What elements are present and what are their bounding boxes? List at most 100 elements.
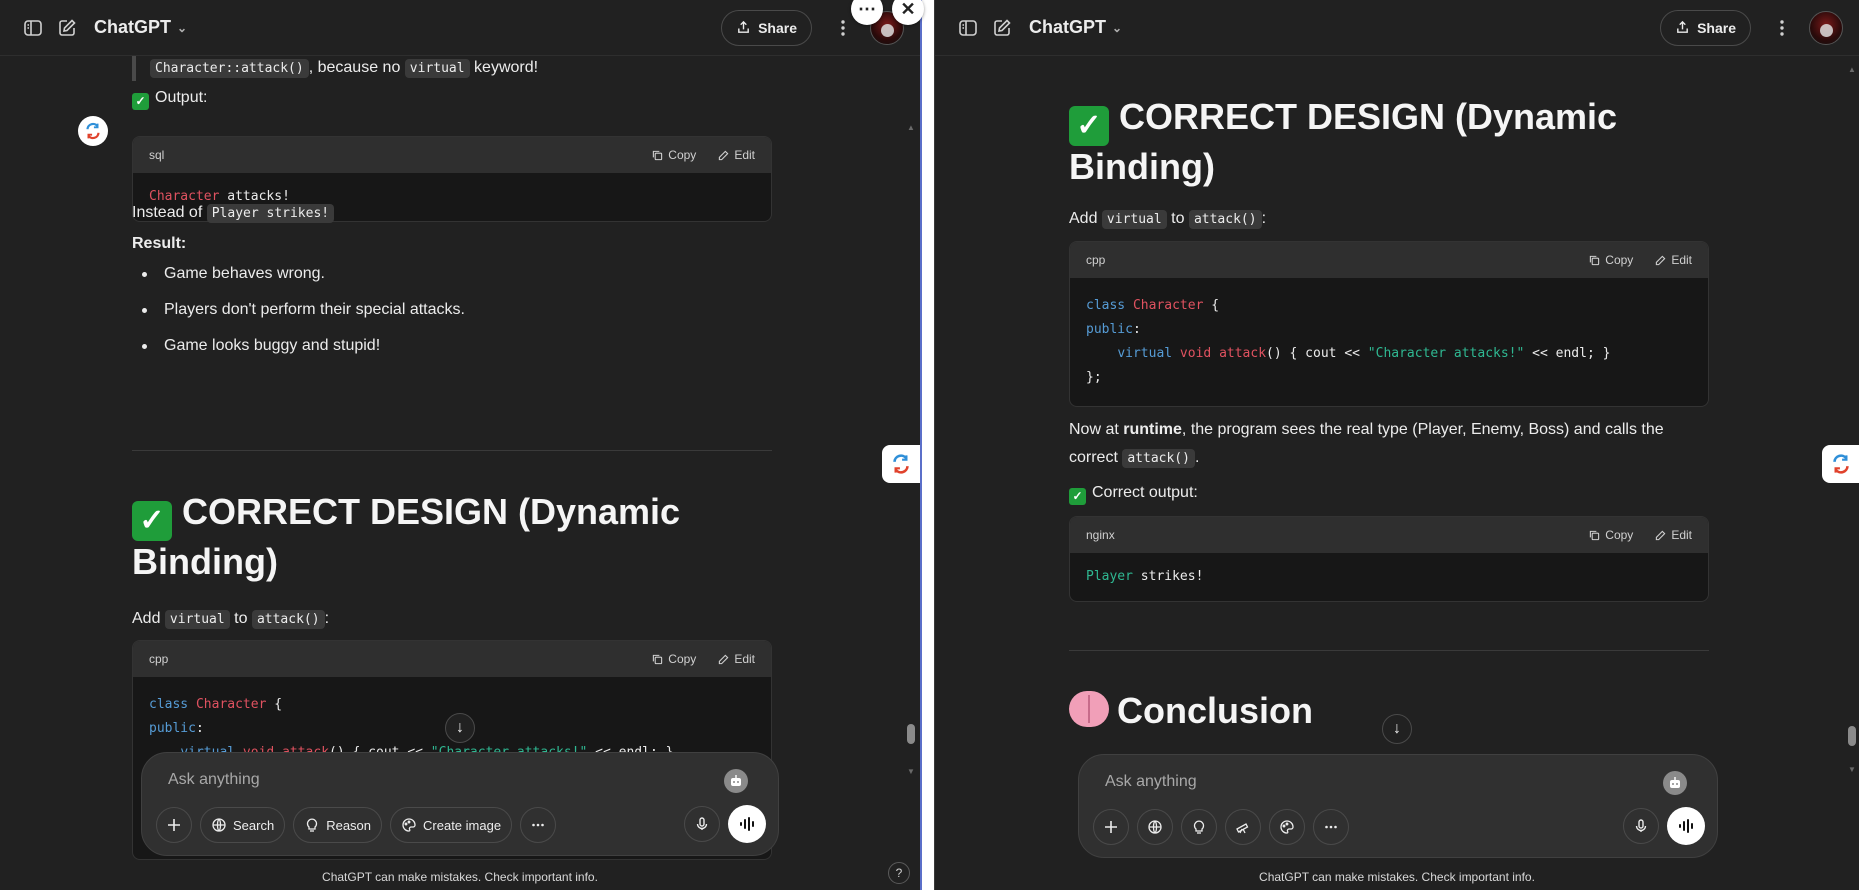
edit-label: Edit — [1671, 528, 1692, 542]
section-divider — [1069, 650, 1709, 651]
deep-research-button[interactable] — [1225, 809, 1261, 845]
check-mark-icon: ✓ — [132, 500, 172, 541]
inline-code: Player strikes! — [206, 204, 335, 223]
palette-icon — [1280, 820, 1294, 834]
edit-label: Edit — [1671, 253, 1692, 267]
help-button[interactable]: ? — [888, 862, 910, 884]
code-content: class Character { public: virtual void a… — [1070, 278, 1708, 406]
inline-code: Character::attack() — [150, 59, 309, 78]
sidebar-toggle-icon[interactable] — [951, 11, 985, 45]
code-token: << endl; } — [1524, 346, 1611, 361]
globe-icon — [1148, 820, 1162, 834]
ellipsis-icon — [1325, 825, 1337, 829]
code-token: : — [1132, 322, 1141, 337]
create-image-button[interactable]: Create image — [390, 807, 513, 843]
create-image-button[interactable] — [1269, 809, 1305, 845]
more-tools-button[interactable] — [520, 807, 557, 843]
assistant-plugin-icon[interactable] — [1663, 771, 1687, 795]
voice-mode-button[interactable] — [728, 805, 766, 843]
list-item: Game behaves wrong. — [132, 262, 772, 286]
search-button[interactable]: Search — [200, 807, 286, 843]
attach-button[interactable] — [1093, 809, 1129, 845]
add-virtual-line: Add virtual to attack(): — [1069, 207, 1709, 232]
edit-code-button[interactable]: Edit — [718, 148, 755, 162]
new-chat-icon[interactable] — [50, 11, 84, 45]
copy-icon — [653, 654, 663, 664]
voice-mode-button[interactable] — [1667, 807, 1705, 845]
composer: Ask anything — [1078, 754, 1718, 858]
more-tools-button[interactable] — [1313, 809, 1349, 845]
dictate-button[interactable] — [684, 806, 720, 842]
output-label-row: ✓ Output: — [132, 86, 772, 110]
new-chat-icon[interactable] — [985, 11, 1019, 45]
inline-code: attack() — [1122, 449, 1195, 468]
reason-button[interactable] — [1181, 809, 1217, 845]
prompt-input[interactable]: Ask anything — [1105, 773, 1197, 791]
scroll-to-bottom-button[interactable]: ↓ — [445, 713, 475, 743]
sidebar-toggle-icon[interactable] — [16, 11, 50, 45]
scrollbar-thumb[interactable] — [907, 724, 915, 744]
text-fragment: keyword! — [469, 59, 539, 76]
code-token: Character — [188, 697, 267, 712]
right-scrollbar[interactable]: ▲ ▼ — [1847, 66, 1857, 776]
share-button[interactable]: Share — [721, 9, 812, 46]
text-fragment: to — [229, 610, 252, 627]
copy-code-button[interactable]: Copy — [652, 148, 696, 162]
prompt-input[interactable]: Ask anything — [168, 771, 260, 789]
code-token: { — [266, 697, 283, 712]
pencil-icon — [1656, 530, 1666, 540]
ellipsis-icon — [532, 823, 544, 827]
disclaimer-text: ChatGPT can make mistakes. Check importa… — [322, 870, 598, 884]
code-content: Player strikes! — [1070, 553, 1708, 601]
chevron-down-icon: ⌄ — [177, 20, 188, 35]
scrollbar-thumb[interactable] — [1848, 726, 1856, 746]
partial-line: Character::attack(), because no virtual … — [150, 56, 772, 81]
scroll-down-arrow-icon[interactable]: ▼ — [1847, 766, 1857, 774]
attach-button[interactable] — [156, 807, 192, 843]
edit-code-button[interactable]: Edit — [1655, 253, 1692, 267]
heading-text: CORRECT DESIGN (Dynamic Binding) — [1069, 96, 1618, 187]
left-scrollbar[interactable]: ▲ ▼ — [906, 66, 916, 776]
share-label: Share — [1697, 19, 1736, 36]
lightbulb-icon — [1193, 820, 1205, 834]
text-fragment: : — [324, 610, 330, 627]
model-selector[interactable]: ChatGPT ⌄ — [94, 17, 187, 38]
code-block-cpp: cpp Copy Edit class Character { public: … — [1069, 241, 1709, 407]
copy-code-button[interactable]: Copy — [652, 652, 696, 666]
scroll-up-arrow-icon[interactable]: ▲ — [1847, 66, 1857, 74]
palette-icon — [402, 818, 416, 832]
share-button[interactable]: Share — [1660, 9, 1751, 46]
edit-code-button[interactable]: Edit — [718, 652, 755, 666]
result-label-row: Result: — [132, 232, 772, 256]
copy-code-button[interactable]: Copy — [1589, 253, 1633, 267]
more-options-icon[interactable] — [1765, 11, 1799, 45]
search-button[interactable] — [1137, 809, 1173, 845]
section-divider — [132, 450, 772, 451]
code-token: Character — [1125, 298, 1204, 313]
edit-code-button[interactable]: Edit — [1655, 528, 1692, 542]
reason-button[interactable]: Reason — [293, 807, 383, 843]
dictate-button[interactable] — [1623, 808, 1659, 844]
scroll-to-bottom-button[interactable]: ↓ — [1382, 714, 1412, 744]
result-list: Game behaves wrong. Players don't perfor… — [132, 262, 772, 370]
scroll-down-arrow-icon[interactable]: ▼ — [906, 768, 916, 776]
section-heading: ✓ CORRECT DESIGN (Dynamic Binding) — [132, 491, 692, 582]
edit-label: Edit — [734, 652, 755, 666]
code-token: : — [195, 721, 204, 736]
output-label: Output: — [155, 89, 208, 106]
share-icon — [738, 20, 749, 33]
text-fragment: Add — [1069, 210, 1102, 227]
code-token: class — [149, 697, 189, 712]
composer-right-tools — [1623, 807, 1705, 845]
copy-label: Copy — [1605, 528, 1634, 542]
copy-code-button[interactable]: Copy — [1589, 528, 1633, 542]
code-token: void — [1172, 346, 1212, 361]
scroll-up-arrow-icon[interactable]: ▲ — [906, 124, 916, 132]
left-chat-window: ChatGPT ⌄ Share Character::attack(), beca… — [0, 0, 922, 890]
inline-code: virtual — [164, 610, 230, 629]
assistant-plugin-icon[interactable] — [724, 769, 748, 793]
model-selector[interactable]: ChatGPT ⌄ — [1029, 17, 1122, 38]
list-item: Players don't perform their special atta… — [132, 298, 772, 322]
user-avatar[interactable] — [1809, 10, 1843, 45]
code-token: class — [1086, 298, 1126, 313]
